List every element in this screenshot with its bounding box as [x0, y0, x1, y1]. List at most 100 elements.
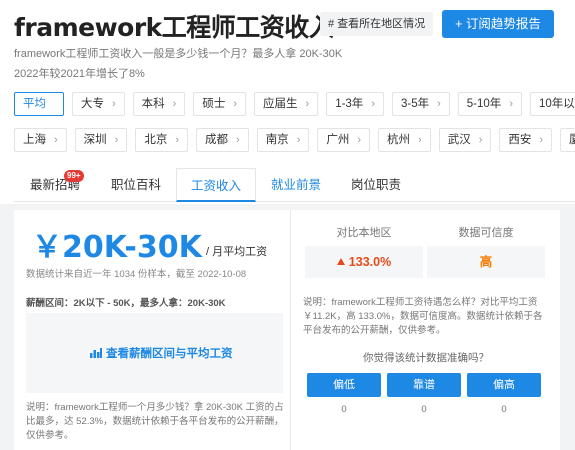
city-shanghai[interactable]: 上海 › [14, 128, 67, 152]
city-nanjing[interactable]: 南京 › [256, 128, 310, 152]
tab-label: 工资收入 [190, 179, 241, 193]
chevron-right-icon: › [54, 134, 58, 146]
arrow-up-icon [336, 258, 345, 266]
chip-label: 南京 [265, 134, 289, 146]
salary-unit: / 月平均工资 [206, 246, 268, 258]
sample-source: 数据统计来自近一年 1034 份样本，截至 2022-10-08 [26, 269, 247, 280]
filter-graduate[interactable]: 应届生 › [254, 92, 319, 116]
city-wuhan[interactable]: 武汉 › [438, 128, 492, 152]
city-chengdu[interactable]: 成都 › [196, 128, 249, 152]
filter-master[interactable]: 硕士 › [193, 92, 247, 116]
compare-value-box: 133.0% [305, 246, 423, 278]
chevron-right-icon: › [305, 98, 310, 110]
chip-label: 1-3年 [335, 98, 364, 110]
vote-question: 你觉得该统计数据准确吗？ [363, 352, 489, 364]
vote-too-low-button[interactable]: 偏低 [307, 373, 381, 397]
chip-label: 西安 [508, 134, 532, 146]
salary-panel: ￥20K-30K / 月平均工资 数据统计来自近一年 1034 份样本，截至 2… [14, 210, 292, 450]
chip-label: 北京 [144, 134, 168, 146]
chevron-right-icon: › [236, 134, 240, 146]
city-xian[interactable]: 西安 › [499, 128, 553, 152]
chip-label: 硕士 [202, 98, 226, 110]
trust-value: 高 [479, 255, 493, 269]
filter-5-10-years[interactable]: 5-10年 › [457, 92, 522, 116]
city-filter-row: 上海 › 深圳 › 北京 › 成都 › 南京 › 广州 › 杭州 › 武汉 › 西安 › 厦 [14, 128, 575, 152]
page-title: framework工程师工资收入 [14, 13, 334, 42]
filter-college[interactable]: 大专 › [72, 92, 125, 116]
experience-filter-row: 平均 大专 › 本科 › 硕士 › 应届生 › 1-3年 › 3-5年 › 5-10年 › 1… [14, 92, 575, 116]
filter-3-5-years[interactable]: 3-5年 › [391, 92, 450, 116]
filter-1-3-years[interactable]: 1-3年 › [326, 92, 384, 116]
chevron-right-icon: › [112, 98, 116, 110]
city-hangzhou[interactable]: 杭州 › [378, 128, 431, 152]
chip-label: 武汉 [447, 134, 471, 146]
trust-label: 数据可信度 [458, 227, 514, 239]
filter-10-plus-years[interactable]: 10年以上› [529, 92, 575, 116]
vote-too-high-button[interactable]: 偏高 [467, 373, 541, 397]
salary-chart-placeholder[interactable]: 查看薪酬区间与平均工资 [26, 313, 283, 393]
chip-label: 深圳 [83, 134, 107, 146]
chevron-right-icon: › [539, 134, 544, 146]
vote-count: 0 [421, 404, 427, 415]
view-link-label: 查看薪酬区间与平均工资 [106, 348, 233, 360]
chip-label: 本科 [141, 98, 165, 110]
salary-range: 薪酬区间：2K以下 - 50K，最多人拿：20K-30K [26, 298, 226, 309]
chevron-right-icon: › [371, 98, 375, 110]
tab-label: 就业前景 [270, 178, 321, 192]
tab-latest-jobs[interactable]: 最新招聘 99+ [16, 168, 94, 202]
average-salary: ￥20K-30K [32, 230, 202, 265]
chip-label: 厦 [569, 134, 575, 146]
trust-value-box: 高 [427, 246, 545, 278]
chevron-right-icon: › [509, 98, 513, 110]
vote-reliable-button[interactable]: 靠谱 [387, 373, 461, 397]
tab-job-wiki[interactable]: 职位百科 [98, 168, 174, 202]
chevron-right-icon: › [114, 134, 119, 146]
salary-note: 说明：framework工程师一个月多少钱？拿 20K-30K 工资的占比最多，… [26, 402, 284, 441]
tab-career-prospects[interactable]: 就业前景 [258, 168, 334, 202]
count-badge: 99+ [64, 170, 84, 182]
compare-value: 133.0% [348, 255, 392, 269]
compare-note: 说明：framework工程师工资待遇怎么样？对比平均工资￥11.2K，高 13… [303, 297, 543, 336]
growth-summary: 2022年较2021年增长了8% [14, 68, 145, 80]
city-xiamen[interactable]: 厦 [560, 128, 575, 152]
chevron-right-icon: › [357, 134, 362, 146]
chip-label: 上海 [23, 134, 46, 146]
chip-label: 应届生 [263, 98, 298, 110]
chip-label: 成都 [205, 134, 229, 146]
vote-count: 0 [341, 404, 347, 415]
tab-salary[interactable]: 工资收入 [176, 168, 256, 202]
chevron-right-icon: › [233, 98, 238, 110]
chip-label: 杭州 [387, 134, 411, 146]
subscribe-trend-report-button[interactable]: + 订阅趋势报告 [442, 10, 554, 38]
tab-label: 职位百科 [110, 178, 161, 192]
city-beijing[interactable]: 北京 › [135, 128, 189, 152]
city-guangzhou[interactable]: 广州 › [317, 128, 371, 152]
city-shenzhen[interactable]: 深圳 › [74, 128, 128, 152]
chip-label: 广州 [326, 134, 350, 146]
chip-label: 3-5年 [400, 98, 430, 110]
chevron-right-icon: › [172, 98, 177, 110]
chevron-right-icon: › [418, 134, 422, 146]
vote-count: 0 [501, 404, 507, 415]
salary-summary: framework工程师工资收入一般是多少钱一个月？最多人拿 20K-30K [14, 48, 343, 60]
chevron-right-icon: › [175, 134, 180, 146]
filter-bachelor[interactable]: 本科 › [132, 92, 186, 116]
chevron-right-icon: › [437, 98, 441, 110]
compare-panel: 对比本地区 数据可信度 133.0% 高 说明：framework工程师工资待遇… [290, 210, 560, 450]
chip-label: 5-10年 [466, 98, 502, 110]
chip-label: 大专 [81, 98, 104, 110]
chevron-right-icon: › [296, 134, 301, 146]
filter-average[interactable]: 平均 [14, 92, 64, 116]
tab-label: 岗位职责 [350, 178, 401, 192]
bar-chart-icon [90, 348, 102, 358]
chip-label: 平均 [23, 98, 46, 110]
salary-content: ￥20K-30K / 月平均工资 数据统计来自近一年 1034 份样本，截至 2… [0, 204, 575, 450]
compare-label: 对比本地区 [336, 227, 392, 239]
tab-bar: 最新招聘 99+ 职位百科 工资收入 就业前景 岗位职责 [14, 168, 575, 202]
view-local-area-button[interactable]: # 查看所在地区情况 [320, 12, 434, 36]
chip-label: 10年以上 [538, 98, 575, 110]
tab-job-duties[interactable]: 岗位职责 [338, 168, 414, 202]
page-header: framework工程师工资收入 # 查看所在地区情况 + 订阅趋势报告 [14, 6, 564, 42]
view-salary-range-link[interactable]: 查看薪酬区间与平均工资 [90, 345, 233, 361]
chevron-right-icon: › [478, 134, 483, 146]
